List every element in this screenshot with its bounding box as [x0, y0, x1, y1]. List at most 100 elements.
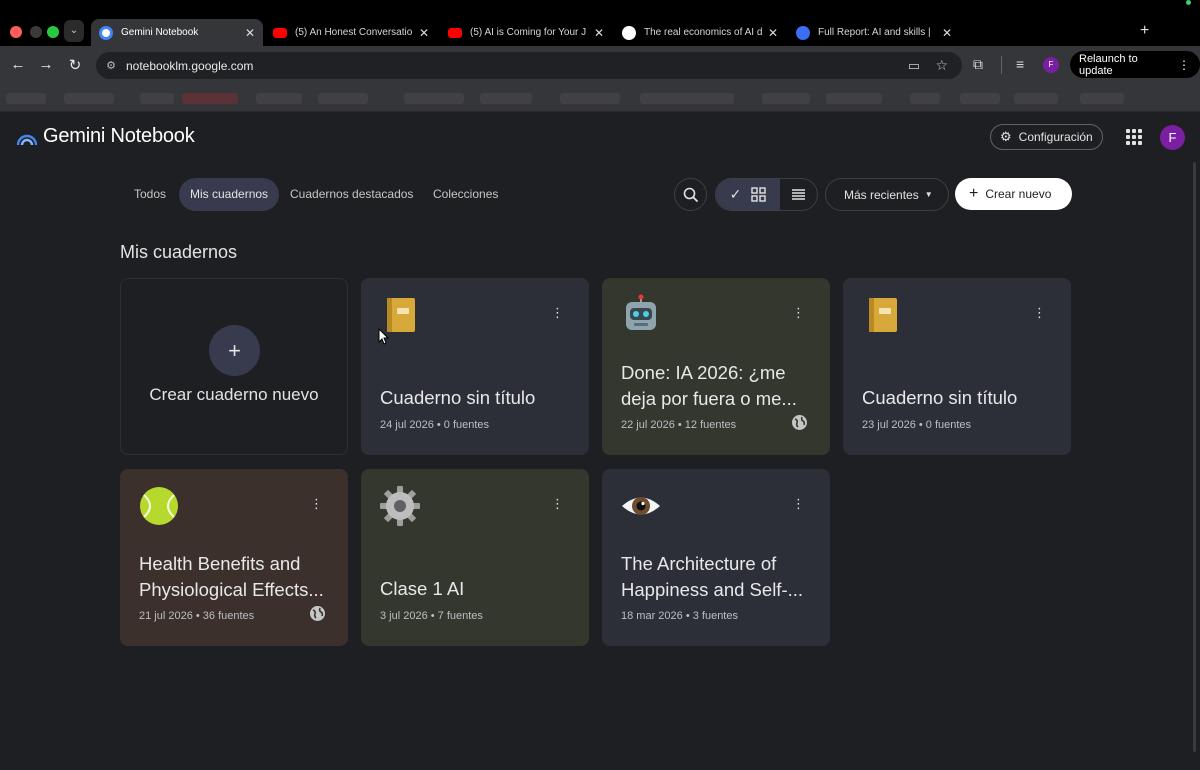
account-avatar[interactable]: F	[1160, 125, 1185, 150]
app-brand-name: Gemini Notebook	[43, 125, 195, 147]
more-vert-icon[interactable]: ⋮	[792, 496, 805, 512]
more-vert-icon[interactable]: ⋮	[551, 305, 564, 321]
browser-tab-3[interactable]: The real economics of AI d ✕	[614, 19, 786, 46]
notebook-card[interactable]: ⋮ Health Benefits and Physiological Effe…	[120, 469, 348, 646]
filter-tab-cuadernos-destacados[interactable]: Cuadernos destacados	[279, 178, 424, 211]
close-tab-icon[interactable]: ✕	[594, 26, 604, 40]
notebook-title: The Architecture of Happiness and Self-.…	[621, 553, 804, 600]
browser-profile-avatar[interactable]: F	[1043, 57, 1059, 73]
list-view-button[interactable]	[780, 179, 817, 210]
bookmark-item[interactable]	[762, 93, 810, 104]
more-vert-icon[interactable]: ⋮	[551, 496, 564, 512]
back-arrow-icon[interactable]: ←	[9, 56, 27, 73]
filter-tab-colecciones[interactable]: Colecciones	[422, 178, 509, 211]
address-bar[interactable]: ⚙ notebooklm.google.com ▭ ☆	[96, 52, 962, 79]
url-text[interactable]: notebooklm.google.com	[126, 59, 253, 73]
create-notebook-label: Crear cuaderno nuevo	[149, 385, 319, 404]
extensions-puzzle-icon[interactable]: ⧉	[973, 56, 983, 73]
browser-tab-1[interactable]: (5) An Honest Conversatio ✕	[265, 19, 437, 46]
gear-emoji-icon	[380, 486, 420, 526]
bookmarks-bar	[0, 84, 1200, 112]
bookmark-item[interactable]	[6, 93, 46, 104]
filter-tab-todos[interactable]: Todos	[123, 178, 177, 211]
sort-label: Más recientes	[844, 187, 919, 202]
gear-icon: ⚙	[1000, 129, 1012, 144]
bookmark-item[interactable]	[480, 93, 532, 104]
sort-dropdown[interactable]: Más recientes ▼	[825, 178, 949, 211]
create-new-button[interactable]: + Crear nuevo	[955, 178, 1072, 210]
search-icon	[683, 187, 699, 203]
page-scrollbar[interactable]	[1193, 162, 1196, 752]
bookmark-item[interactable]	[404, 93, 464, 104]
mouse-pointer-icon	[378, 328, 390, 345]
bookmark-item[interactable]	[256, 93, 302, 104]
app-logo[interactable]: Gemini Notebook	[16, 125, 195, 148]
create-notebook-card[interactable]: + Crear cuaderno nuevo	[120, 278, 348, 455]
more-vert-icon[interactable]: ⋮	[1033, 305, 1046, 321]
bookmark-item[interactable]	[640, 93, 734, 104]
bookmark-item[interactable]	[140, 93, 174, 104]
app-page: Gemini Notebook ⚙ Configuración F Todos …	[0, 112, 1200, 770]
close-tab-icon[interactable]: ✕	[768, 26, 778, 40]
settings-button[interactable]: ⚙ Configuración	[990, 124, 1103, 150]
bookmark-item[interactable]	[560, 93, 620, 104]
settings-label: Configuración	[1018, 130, 1093, 144]
more-vert-icon[interactable]: ⋮	[310, 496, 323, 512]
grid-icon	[751, 187, 767, 202]
relaunch-button[interactable]: Relaunch to update ⋮	[1070, 51, 1200, 78]
browser-tab-strip: ⌄ Gemini Notebook ✕ (5) An Honest Conver…	[0, 0, 1200, 46]
notebook-title: Done: IA 2026: ¿me deja por fuera o me..…	[621, 362, 797, 409]
list-icon	[792, 189, 805, 200]
bookmark-star-icon[interactable]: ☆	[935, 57, 948, 74]
dropdown-caret-icon: ▼	[924, 190, 933, 199]
search-button[interactable]	[674, 178, 707, 211]
notebook-meta: 21 jul 2026 • 36 fuentes	[139, 610, 255, 622]
maximize-window-button[interactable]	[47, 26, 59, 38]
notebook-meta: 3 jul 2026 • 7 fuentes	[380, 610, 483, 622]
notebook-card[interactable]: ⋮ Done: IA 2026: ¿me deja por fuera o me…	[602, 278, 830, 455]
bookmark-item[interactable]	[318, 93, 368, 104]
close-tab-icon[interactable]: ✕	[419, 26, 429, 40]
notebook-card[interactable]: ⋮ Clase 1 AI 3 jul 2026 • 7 fuentes	[361, 469, 589, 646]
reload-icon[interactable]: ↻	[66, 56, 84, 74]
notebook-title: Cuaderno sin título	[862, 387, 1018, 408]
notebook-meta: 18 mar 2026 • 3 fuentes	[621, 610, 738, 622]
browser-tab-2[interactable]: (5) AI is Coming for Your J ✕	[440, 19, 612, 46]
bookmark-item[interactable]	[1080, 93, 1124, 104]
close-window-button[interactable]	[10, 26, 22, 38]
robot-emoji-icon	[626, 294, 656, 330]
browser-tab-4[interactable]: Full Report: AI and skills | ✕	[788, 19, 960, 46]
notebook-card[interactable]: ⋮ The Architecture of Happiness and Self…	[602, 469, 830, 646]
eye-emoji-icon	[622, 497, 660, 515]
browser-tab-0[interactable]: Gemini Notebook ✕	[91, 19, 263, 46]
bookmark-item[interactable]	[64, 93, 114, 104]
close-tab-icon[interactable]: ✕	[245, 26, 255, 40]
notebook-meta: 22 jul 2026 • 12 fuentes	[621, 419, 737, 431]
install-app-icon[interactable]: ▭	[908, 58, 920, 74]
section-title: Mis cuadernos	[120, 242, 238, 262]
site-favicon-icon	[622, 25, 636, 40]
notebook-meta: 24 jul 2026 • 0 fuentes	[380, 419, 490, 431]
bookmark-item[interactable]	[960, 93, 1000, 104]
google-apps-grid-icon[interactable]	[1126, 129, 1142, 145]
more-vert-icon[interactable]: ⋮	[792, 305, 805, 321]
bookmark-item[interactable]	[910, 93, 940, 104]
close-tab-icon[interactable]: ✕	[942, 26, 952, 40]
grid-view-button[interactable]: ✓	[716, 179, 780, 210]
minimize-window-button[interactable]	[30, 26, 42, 38]
site-settings-icon[interactable]: ⚙	[96, 59, 126, 72]
new-tab-plus-icon[interactable]: +	[1140, 22, 1149, 40]
bookmark-item[interactable]	[1014, 93, 1058, 104]
toolbar-divider	[1001, 56, 1002, 74]
bookmark-item[interactable]	[826, 93, 882, 104]
more-vert-icon[interactable]: ⋮	[1178, 58, 1190, 72]
media-controls-icon[interactable]: ≡	[1016, 56, 1024, 72]
tab-search-chevron-icon[interactable]: ⌄	[64, 20, 84, 42]
notebook-card[interactable]: ⋮ Cuaderno sin título 24 jul 2026 • 0 fu…	[361, 278, 589, 455]
filter-tab-mis-cuadernos[interactable]: Mis cuadernos	[179, 178, 280, 211]
notebook-card[interactable]: ⋮ Cuaderno sin título 23 jul 2026 • 0 fu…	[843, 278, 1071, 455]
tab-title: Gemini Notebook	[121, 27, 199, 38]
bookmark-item[interactable]	[182, 93, 238, 104]
forward-arrow-icon[interactable]: →	[37, 56, 55, 73]
status-dot-icon	[1186, 0, 1191, 5]
